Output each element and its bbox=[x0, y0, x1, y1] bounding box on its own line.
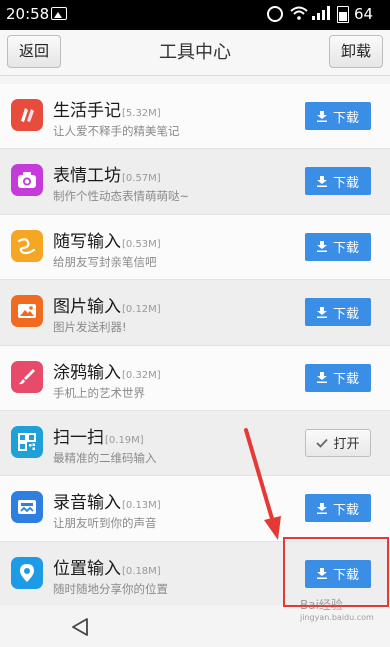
wifi-icon bbox=[290, 6, 308, 20]
open-label: 打开 bbox=[333, 437, 360, 453]
download-icon bbox=[316, 502, 327, 514]
picture-icon bbox=[11, 295, 43, 328]
uninstall-button[interactable]: 卸载 bbox=[328, 35, 383, 68]
app-name: 生活手记 bbox=[53, 101, 121, 121]
app-description: 制作个性动态表情萌萌哒~ bbox=[53, 189, 190, 204]
note-icon bbox=[11, 99, 43, 131]
download-icon bbox=[316, 306, 327, 318]
download-label: 下载 bbox=[332, 372, 359, 388]
recorder-icon bbox=[11, 491, 43, 524]
alarm-icon bbox=[267, 6, 283, 22]
download-icon bbox=[316, 241, 327, 253]
list-item: 生活手记[5.32M] 让人爱不释手的精美笔记 下载 bbox=[0, 84, 390, 150]
list-item: 扫一扫[0.19M] 最精准的二维码输入 打开 bbox=[0, 410, 390, 477]
app-name: 图片输入 bbox=[53, 297, 121, 318]
download-button[interactable]: 下载 bbox=[305, 363, 371, 392]
download-icon bbox=[316, 372, 327, 384]
download-button[interactable]: 下载 bbox=[305, 232, 371, 261]
tool-list: 生活手记[5.32M] 让人爱不释手的精美笔记 下载 表情工坊[0.57M] 制… bbox=[0, 84, 390, 608]
app-size: [5.32M] bbox=[122, 108, 161, 119]
download-label: 下载 bbox=[332, 568, 359, 584]
app-description: 让朋友听到你的声音 bbox=[53, 516, 157, 531]
list-item: 随写输入[0.53M] 给朋友写封亲笔信吧 下载 bbox=[0, 214, 390, 281]
app-name: 扫一扫 bbox=[53, 427, 104, 448]
download-label: 下载 bbox=[332, 175, 359, 191]
list-item: 涂鸦输入[0.32M] 手机上的艺术世界 下载 bbox=[0, 345, 390, 411]
qrcode-icon bbox=[11, 425, 43, 458]
app-size: [0.19M] bbox=[105, 434, 144, 446]
open-button[interactable]: 打开 bbox=[305, 428, 371, 457]
app-name: 随写输入 bbox=[53, 231, 121, 252]
app-description: 最精准的二维码输入 bbox=[53, 450, 157, 465]
app-description: 随时随地分享你的位置 bbox=[53, 581, 168, 596]
app-description: 给朋友写封亲笔信吧 bbox=[53, 254, 157, 269]
image-notification-icon bbox=[51, 7, 67, 20]
download-label: 下载 bbox=[332, 110, 359, 126]
status-bar: 20:58 64 bbox=[0, 0, 390, 30]
download-icon bbox=[316, 175, 327, 187]
download-label: 下载 bbox=[332, 502, 359, 518]
signal-icon bbox=[312, 6, 330, 20]
camera-icon bbox=[11, 164, 43, 197]
location-icon bbox=[11, 556, 43, 589]
app-name: 表情工坊 bbox=[53, 166, 121, 187]
list-item: 位置输入[0.18M] 随时随地分享你的位置 下载 bbox=[0, 541, 390, 608]
navigation-bar bbox=[0, 605, 390, 647]
download-button[interactable]: 下载 bbox=[305, 102, 371, 130]
nav-back-icon[interactable] bbox=[70, 617, 90, 637]
list-item: 图片输入[0.12M] 图片发送利器! 下载 bbox=[0, 280, 390, 346]
battery-icon bbox=[337, 6, 349, 23]
app-name: 位置输入 bbox=[53, 558, 121, 579]
list-item: 录音输入[0.13M] 让朋友听到你的声音 下载 bbox=[0, 476, 390, 542]
app-size: [0.32M] bbox=[122, 369, 161, 381]
app-description: 图片发送利器! bbox=[53, 320, 127, 335]
app-description: 手机上的艺术世界 bbox=[53, 385, 145, 400]
download-icon bbox=[316, 110, 327, 122]
download-icon bbox=[316, 568, 327, 580]
download-button[interactable]: 下载 bbox=[305, 494, 371, 523]
app-size: [0.57M] bbox=[122, 173, 161, 185]
app-name: 录音输入 bbox=[53, 493, 121, 514]
checkmark-icon bbox=[316, 438, 329, 448]
back-button[interactable]: 返回 bbox=[7, 35, 62, 68]
header-bar: 工具中心 返回 卸载 bbox=[0, 30, 390, 76]
app-description: 让人爱不释手的精美笔记 bbox=[53, 124, 180, 138]
brush-icon bbox=[11, 360, 43, 393]
app-size: [0.53M] bbox=[122, 238, 161, 250]
download-label: 下载 bbox=[332, 241, 359, 257]
battery-level: 64 bbox=[354, 5, 374, 23]
download-button[interactable]: 下载 bbox=[305, 559, 371, 588]
list-item: 表情工坊[0.57M] 制作个性动态表情萌萌哒~ 下载 bbox=[0, 149, 390, 215]
app-size: [0.12M] bbox=[122, 304, 161, 316]
download-label: 下载 bbox=[332, 306, 359, 322]
app-size: [0.13M] bbox=[122, 500, 161, 512]
download-button[interactable]: 下载 bbox=[305, 298, 371, 327]
handwrite-icon bbox=[11, 229, 43, 262]
app-size: [0.18M] bbox=[122, 565, 161, 577]
status-time: 20:58 bbox=[6, 5, 50, 23]
app-name: 涂鸦输入 bbox=[53, 362, 121, 383]
download-button[interactable]: 下载 bbox=[305, 167, 371, 196]
